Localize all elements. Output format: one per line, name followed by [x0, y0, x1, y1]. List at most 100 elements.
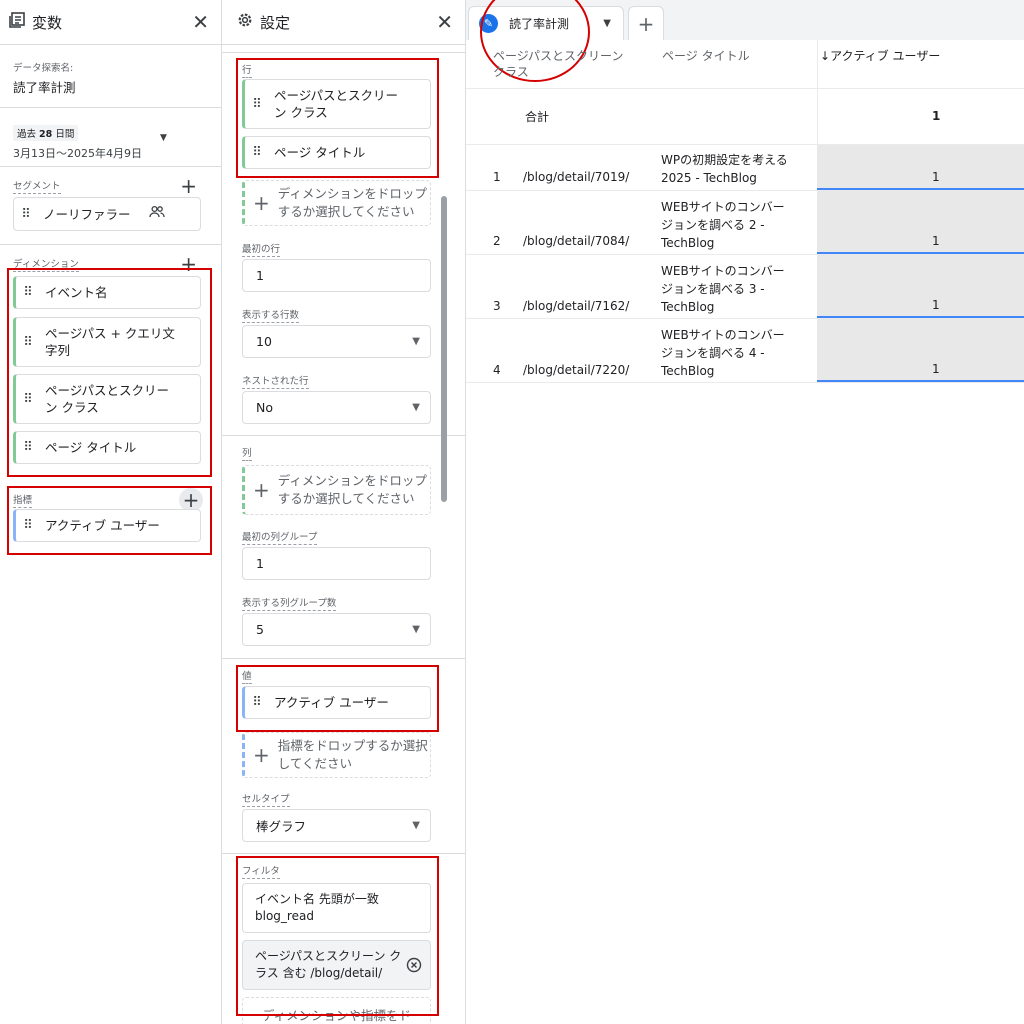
dimension-chip[interactable]: ⠿ イベント名 [13, 276, 201, 309]
drag-handle-icon[interactable]: ⠿ [245, 694, 267, 711]
sort-down-icon: ↓ [820, 49, 831, 63]
row-value: 1 [932, 298, 940, 312]
segment-chip[interactable]: ⠿ ノーリファラー [13, 197, 201, 231]
segments-label: セグメント [13, 178, 61, 194]
col-groups-shown-select[interactable]: 5 ▼ [242, 613, 431, 646]
dimension-chip-label: イベント名 [45, 285, 108, 300]
date-range-text: 3月13日～2025年4月9日 [13, 147, 142, 160]
exploration-name[interactable]: データ探索名: 読了率計測 [13, 60, 76, 96]
row-index: 1 [493, 170, 501, 184]
columns-label: 列 [242, 445, 252, 461]
tab-exploration[interactable]: ✎ 読了率計測 ▼ [468, 6, 624, 40]
dimensions-label: ディメンション [13, 256, 79, 272]
column-header-title[interactable]: ページ タイトル [662, 48, 750, 64]
row-chip[interactable]: ⠿ ページパスとスクリーン クラス [242, 79, 431, 129]
gear-icon [236, 11, 254, 33]
row-title[interactable]: WEBサイトのコンバージョンを調べる 4 - TechBlog [661, 326, 791, 380]
date-badge: 過去 28 日間 [13, 125, 79, 141]
drag-handle-icon[interactable]: ⠿ [16, 284, 38, 301]
first-col-group-label: 最初の列グループ [242, 529, 318, 545]
filter-chip[interactable]: イベント名 先頭が一致 blog_read [242, 883, 431, 933]
first-col-group-input[interactable]: 1 [242, 547, 431, 580]
exploration-name-value[interactable]: 読了率計測 [13, 77, 76, 96]
metrics-label: 指標 [13, 492, 33, 508]
row-title[interactable]: WEBサイトのコンバージョンを調べる 3 - TechBlog [661, 262, 791, 316]
row-title[interactable]: WPの初期設定を考える2025 - TechBlog [661, 151, 801, 187]
filter-chip[interactable]: ページパスとスクリーン ク ラス 含む /blog/detail/ [242, 940, 431, 990]
cell-type-select[interactable]: 棒グラフ ▼ [242, 809, 431, 842]
dimension-chip[interactable]: ⠿ ページパスとスクリーン クラス [13, 374, 201, 424]
close-icon[interactable]: ✕ [192, 10, 209, 34]
variables-title: 変数 [32, 13, 63, 32]
drag-handle-icon[interactable]: ⠿ [16, 517, 38, 534]
dimension-chip[interactable]: ⠿ ページ タイトル [13, 431, 201, 464]
col-groups-shown-label: 表示する列グループ数 [242, 595, 337, 611]
row-value: 1 [932, 170, 940, 184]
dropdown-arrow-icon: ▼ [412, 820, 420, 831]
row-path[interactable]: /blog/detail/7084/ [523, 232, 629, 250]
row-chip-label: ページ タイトル [274, 145, 366, 160]
add-icon: + [253, 478, 270, 502]
metric-chip-label: アクティブ ユーザー [45, 518, 160, 533]
dimensions-header: ディメンション + [0, 254, 221, 274]
cancel-circle-icon[interactable] [406, 957, 422, 978]
row-index: 3 [493, 299, 501, 313]
pencil-icon[interactable]: ✎ [479, 14, 498, 33]
dropdown-arrow-icon[interactable]: ▼ [603, 18, 611, 29]
row-path[interactable]: /blog/detail/7019/ [523, 168, 629, 186]
bar-cell [817, 145, 1024, 190]
settings-panel: 設定 ✕ 行 ⠿ ページパスとスクリーン クラス ⠿ ページ タイトル + ディ… [222, 0, 466, 1024]
highlight-box [236, 856, 439, 1016]
variables-panel: 変数 ✕ データ探索名: 読了率計測 過去 28 日間 3月13日～2025年4… [0, 0, 222, 1024]
first-row-input[interactable]: 1 [242, 259, 431, 292]
tab-bar: ✎ 読了率計測 ▼ + [466, 0, 1024, 82]
bar-cell [817, 255, 1024, 318]
filters-drop-zone[interactable]: ディメンションや指標をド [242, 997, 431, 1024]
row-path[interactable]: /blog/detail/7162/ [523, 297, 629, 315]
dropdown-arrow-icon: ▼ [412, 624, 420, 635]
row-index: 4 [493, 363, 501, 377]
column-header-active-users[interactable]: ↓アクティブ ユーザー [820, 48, 940, 64]
row-value: 1 [932, 362, 940, 376]
close-icon[interactable]: ✕ [436, 10, 453, 34]
add-segment-icon[interactable]: + [180, 176, 197, 196]
rows-shown-select[interactable]: 10 ▼ [242, 325, 431, 358]
bar-cell [817, 319, 1024, 382]
add-dimension-icon[interactable]: + [180, 254, 197, 274]
drag-handle-icon[interactable]: ⠿ [245, 96, 267, 113]
value-chip-label: アクティブ ユーザー [274, 695, 389, 710]
row-chip[interactable]: ⠿ ページ タイトル [242, 136, 431, 169]
date-range-selector[interactable]: 過去 28 日間 3月13日～2025年4月9日 ▼ [13, 122, 213, 161]
row-title[interactable]: WEBサイトのコンバージョンを調べる 2 - TechBlog [661, 198, 791, 252]
add-icon: + [253, 743, 270, 767]
drag-handle-icon[interactable]: ⠿ [16, 391, 38, 408]
column-header-path[interactable]: ページパスとスクリーン クラス [493, 48, 633, 80]
drag-handle-icon[interactable]: ⠿ [16, 439, 38, 456]
settings-header: 設定 ✕ [222, 0, 465, 44]
drag-handle-icon[interactable]: ⠿ [16, 334, 38, 351]
first-row-label: 最初の行 [242, 241, 281, 257]
segments-header: セグメント + [0, 176, 221, 196]
total-value: 1 [932, 109, 941, 123]
dimension-chip[interactable]: ⠿ ページパス + クエリ文字列 [13, 317, 201, 367]
cell-type-label: セルタイプ [242, 791, 290, 807]
dimension-chip-label: ページパス + クエリ文字列 [45, 326, 175, 358]
exploration-name-label: データ探索名: [13, 63, 74, 74]
settings-scrollbar[interactable] [441, 196, 447, 502]
nested-rows-label: ネストされた行 [242, 373, 309, 389]
row-path[interactable]: /blog/detail/7220/ [523, 361, 629, 379]
drag-handle-icon[interactable]: ⠿ [14, 206, 36, 223]
rows-drop-zone[interactable]: + ディメンションをドロップするか選択してください [242, 180, 431, 226]
values-drop-zone[interactable]: + 指標をドロップするか選択してください [242, 732, 431, 778]
columns-drop-zone[interactable]: + ディメンションをドロップするか選択してください [242, 465, 431, 515]
dropdown-arrow-icon[interactable]: ▼ [160, 133, 167, 143]
add-tab-button[interactable]: + [628, 6, 664, 40]
metric-chip[interactable]: ⠿ アクティブ ユーザー [13, 509, 201, 542]
exploration-canvas: ✎ 読了率計測 ▼ + ページパスとスクリーン クラス ページ タイトル ↓アク… [466, 0, 1024, 1024]
dimension-chip-label: ページパスとスクリーン クラス [45, 383, 170, 415]
nested-rows-select[interactable]: No ▼ [242, 391, 431, 424]
people-icon [148, 205, 165, 223]
value-chip[interactable]: ⠿ アクティブ ユーザー [242, 686, 431, 719]
drag-handle-icon[interactable]: ⠿ [245, 144, 267, 161]
row-index: 2 [493, 234, 501, 248]
